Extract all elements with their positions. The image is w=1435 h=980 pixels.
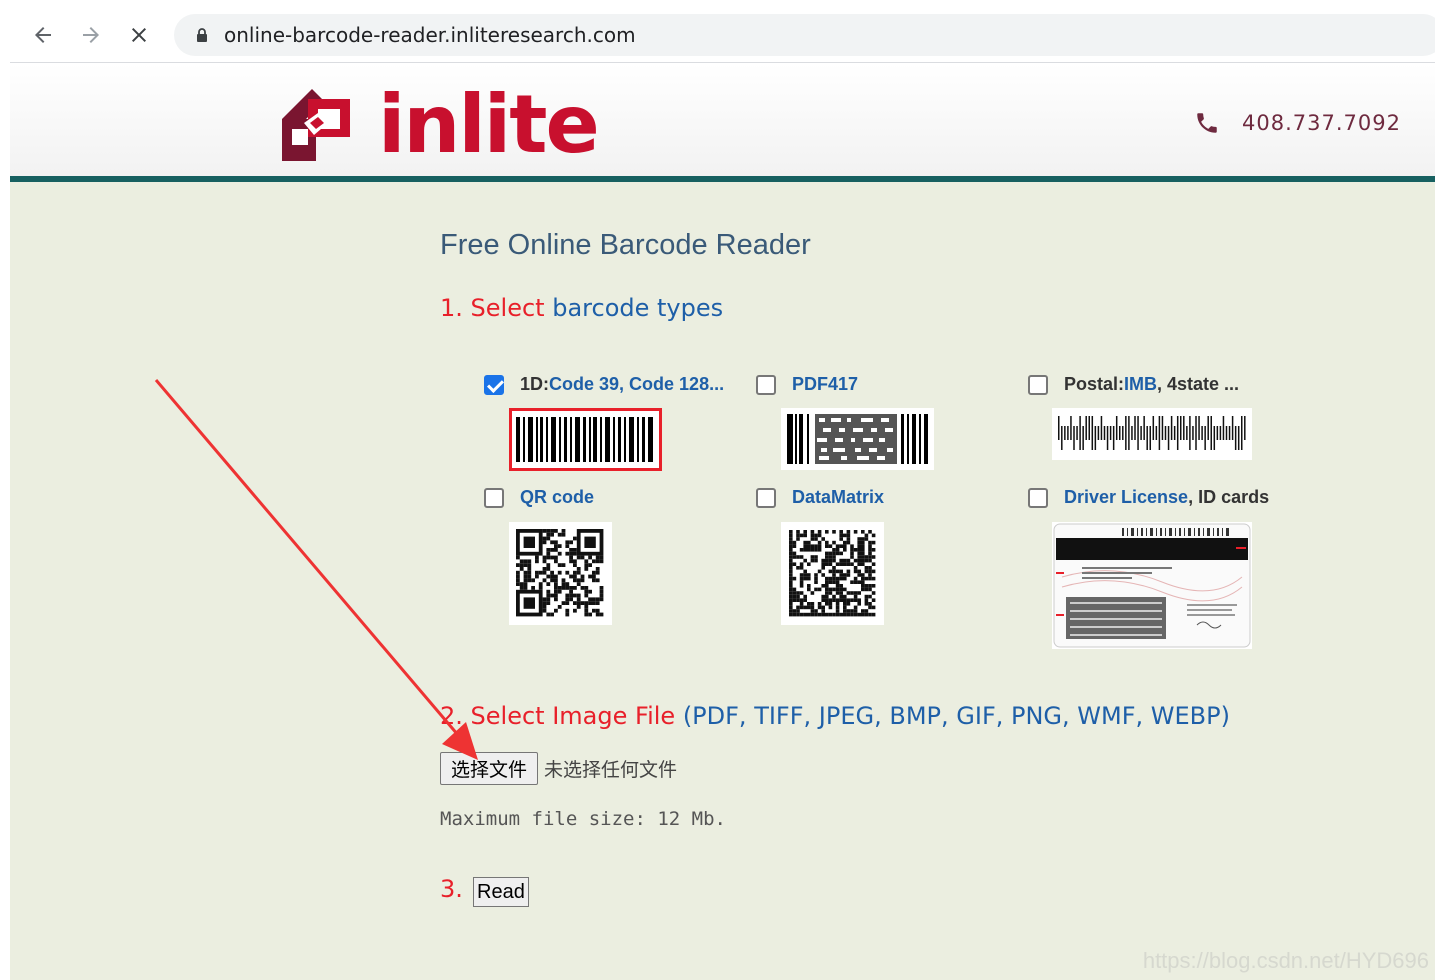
barcode-type-prefix: 1D: xyxy=(520,374,550,394)
phone-contact[interactable]: 408.737.7092 xyxy=(1194,110,1401,136)
barcode-type-datamatrix: DataMatrix xyxy=(756,487,884,508)
browser-toolbar: online-barcode-reader.inliteresearch.com xyxy=(0,0,1435,62)
barcode-type-link[interactable]: Code 39, Code 128... xyxy=(549,374,724,395)
logo-text: inlite xyxy=(378,78,600,171)
arrow-right-icon xyxy=(83,27,99,43)
stop-button[interactable] xyxy=(124,20,154,50)
barcode-type-qr: QR code xyxy=(484,487,594,508)
barcode-type-prefix: Postal: xyxy=(1064,374,1125,394)
main-content: Free Online Barcode Reader 1. Select bar… xyxy=(10,182,1435,980)
phone-number: 408.737.7092 xyxy=(1242,111,1401,135)
barcode-datamatrix-image[interactable] xyxy=(781,522,884,625)
qr-code-icon xyxy=(516,529,604,617)
barcode-driver-license-image[interactable] xyxy=(1052,522,1252,649)
postal-barcode-icon xyxy=(1058,416,1246,450)
page-title: Free Online Barcode Reader xyxy=(440,229,811,261)
inlite-logo-icon xyxy=(282,89,350,161)
step1-rest: barcode types xyxy=(552,294,724,322)
step2-heading: 2. Select Image File (PDF, TIFF, JPEG, B… xyxy=(440,702,1230,730)
site-logo[interactable]: inlite xyxy=(282,78,600,171)
arrow-left-icon xyxy=(35,27,51,43)
forward-button[interactable] xyxy=(76,20,106,50)
checkbox-qr[interactable] xyxy=(484,487,504,508)
barcode-type-suffix: , ID cards xyxy=(1188,487,1270,507)
step1-heading: 1. Select barcode types xyxy=(440,294,723,322)
barcode-type-link[interactable]: Driver License xyxy=(1064,487,1188,508)
file-input: 选择文件 未选择任何文件 xyxy=(440,752,677,785)
watermark: https://blog.csdn.net/HYD696 xyxy=(1142,948,1429,973)
barcode-1d-image[interactable] xyxy=(509,408,662,471)
barcode-type-link[interactable]: PDF417 xyxy=(792,374,858,395)
barcode-type-pdf417: PDF417 xyxy=(756,374,858,395)
barcode-postal-image[interactable] xyxy=(1052,408,1252,460)
max-file-size-note: Maximum file size: 12 Mb. xyxy=(440,808,726,830)
step1-number: 1. xyxy=(440,294,463,322)
barcode-qr-image[interactable] xyxy=(509,522,612,625)
lock-icon xyxy=(197,28,207,42)
id-card-icon xyxy=(1053,523,1251,648)
address-bar[interactable]: online-barcode-reader.inliteresearch.com xyxy=(174,14,1435,56)
barcode-type-link[interactable]: IMB xyxy=(1124,374,1157,395)
barcode-type-suffix: , 4state ... xyxy=(1157,374,1240,394)
pdf417-barcode-icon xyxy=(787,414,928,464)
file-status: 未选择任何文件 xyxy=(544,759,678,781)
linear-barcode-icon xyxy=(516,417,653,462)
back-button[interactable] xyxy=(28,20,58,50)
barcode-pdf417-image[interactable] xyxy=(781,408,934,470)
checkbox-datamatrix[interactable] xyxy=(756,487,776,508)
barcode-type-driver-license: Driver License , ID cards xyxy=(1028,487,1269,508)
phone-icon xyxy=(1197,113,1217,133)
close-icon xyxy=(132,28,146,42)
step1-select: Select xyxy=(470,294,545,322)
barcode-type-link[interactable]: QR code xyxy=(520,487,594,508)
datamatrix-code-icon xyxy=(789,530,876,617)
checkbox-pdf417[interactable] xyxy=(756,374,776,395)
url-text: online-barcode-reader.inliteresearch.com xyxy=(224,23,636,47)
choose-file-button[interactable]: 选择文件 xyxy=(440,752,539,785)
step2-label: Select Image File xyxy=(470,702,676,730)
checkbox-driver-license[interactable] xyxy=(1028,487,1048,508)
read-button[interactable]: Read xyxy=(473,877,529,907)
checkbox-1d[interactable] xyxy=(484,374,504,395)
step3-number: 3. xyxy=(440,875,463,903)
step2-formats: (PDF, TIFF, JPEG, BMP, GIF, PNG, WMF, WE… xyxy=(682,702,1230,730)
step2-number: 2. xyxy=(440,702,463,730)
barcode-type-1d: 1D: Code 39, Code 128... xyxy=(484,374,724,395)
barcode-type-link[interactable]: DataMatrix xyxy=(792,487,884,508)
step3-heading: 3. xyxy=(440,875,463,903)
site-header: inlite 408.737.7092 xyxy=(10,63,1435,176)
barcode-type-postal: Postal: IMB , 4state ... xyxy=(1028,374,1239,395)
checkbox-postal[interactable] xyxy=(1028,374,1048,395)
